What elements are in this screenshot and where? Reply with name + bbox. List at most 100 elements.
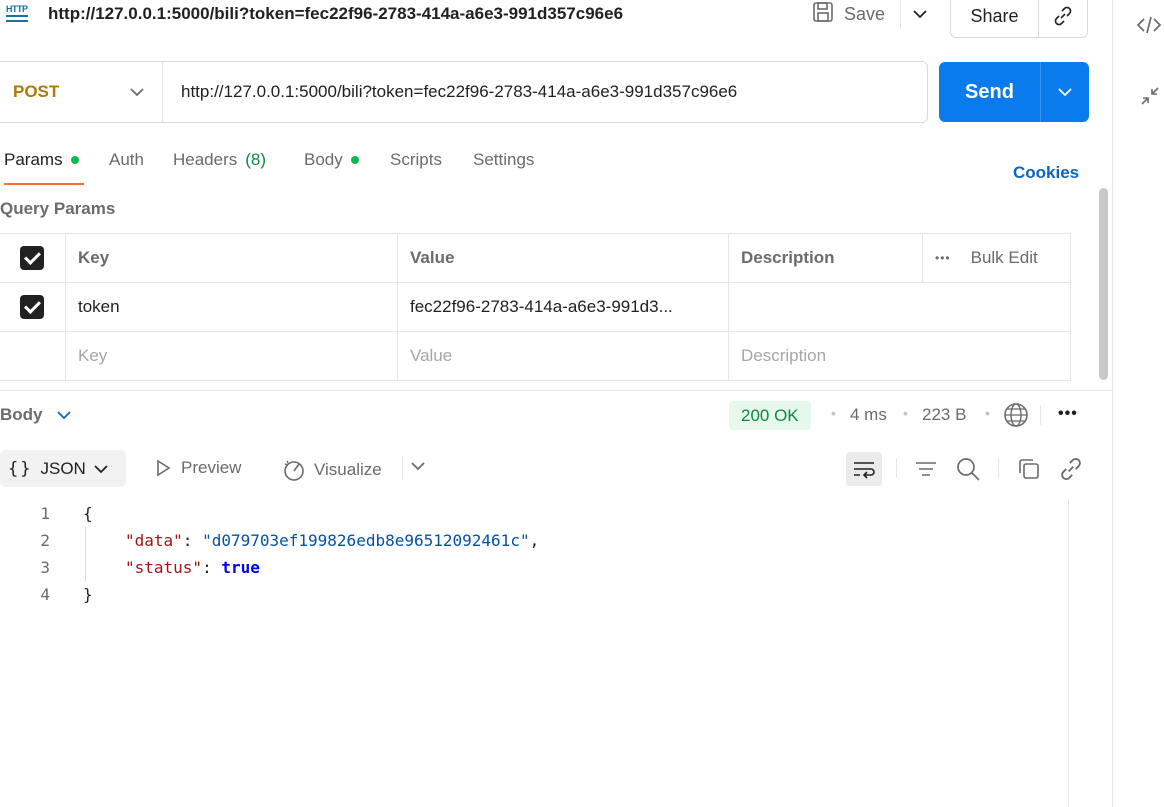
code-snippet-button[interactable] bbox=[1136, 14, 1162, 41]
divider bbox=[896, 458, 897, 478]
response-json-viewer[interactable]: 1 { 2 "data": "d079703ef199826edb8e96512… bbox=[0, 500, 539, 608]
row-checkbox[interactable] bbox=[20, 295, 44, 319]
active-dot bbox=[350, 156, 359, 164]
new-description-input[interactable]: Description bbox=[728, 331, 1071, 381]
active-dot bbox=[70, 156, 79, 164]
chevron-down-icon bbox=[411, 462, 425, 471]
share-group: Share bbox=[950, 0, 1088, 38]
json-value-status: true bbox=[221, 558, 260, 577]
column-key: Key bbox=[65, 233, 398, 283]
search-icon bbox=[957, 458, 980, 481]
response-size[interactable]: 223 B bbox=[922, 405, 966, 425]
pane-divider[interactable] bbox=[0, 390, 1112, 391]
more-options-icon[interactable]: ••• bbox=[935, 251, 951, 265]
play-icon bbox=[157, 459, 171, 477]
send-group: Send bbox=[939, 62, 1089, 122]
response-body-selector[interactable]: Body bbox=[0, 405, 71, 425]
row-checkbox-cell[interactable] bbox=[0, 282, 66, 332]
status-badge[interactable]: 200 OK bbox=[729, 401, 811, 430]
link-icon bbox=[1061, 457, 1081, 481]
table-header-row: Key Value Description ••• Bulk Edit bbox=[0, 233, 1071, 283]
save-options-button[interactable] bbox=[900, 0, 938, 28]
tab-settings[interactable]: Settings bbox=[473, 150, 534, 170]
new-key-input[interactable]: Key bbox=[65, 331, 398, 381]
http-request-icon: HTTP bbox=[4, 2, 30, 26]
code-icon bbox=[1136, 16, 1162, 34]
headers-count: (8) bbox=[245, 150, 267, 169]
save-label: Save bbox=[844, 3, 886, 24]
send-options-button[interactable] bbox=[1041, 62, 1089, 122]
method-select[interactable]: POST bbox=[0, 62, 163, 122]
bulk-edit-button[interactable]: Bulk Edit bbox=[971, 248, 1038, 268]
wrap-lines-button[interactable] bbox=[846, 452, 882, 486]
divider bbox=[998, 458, 999, 478]
json-open-brace: { bbox=[83, 504, 93, 523]
chevron-down-icon bbox=[912, 10, 927, 19]
save-icon bbox=[812, 1, 834, 28]
code-line: 4 } bbox=[0, 581, 539, 608]
more-options-icon[interactable]: ••• bbox=[1058, 405, 1078, 423]
query-params-title: Query Params bbox=[0, 199, 116, 218]
param-key-cell[interactable]: token bbox=[65, 282, 398, 332]
http-icon-text: HTTP bbox=[6, 4, 28, 14]
preview-button[interactable]: Preview bbox=[155, 458, 241, 478]
code-line: 2 "data": "d079703ef199826edb8e965120924… bbox=[0, 527, 539, 554]
network-info-button[interactable] bbox=[1003, 402, 1029, 433]
filter-button[interactable] bbox=[913, 456, 939, 487]
tab-headers-label: Headers bbox=[173, 150, 238, 169]
new-value-input[interactable]: Value bbox=[397, 331, 729, 381]
format-label: JSON bbox=[40, 458, 86, 478]
json-value-data: "d079703ef199826edb8e96512092461c" bbox=[202, 531, 530, 550]
tab-scripts[interactable]: Scripts bbox=[390, 150, 442, 170]
divider bbox=[402, 456, 403, 480]
chevron-down-icon bbox=[130, 88, 144, 97]
globe-icon bbox=[1004, 403, 1028, 427]
select-all-checkbox[interactable] bbox=[20, 246, 44, 270]
line-number: 1 bbox=[40, 504, 50, 523]
link-button[interactable] bbox=[1058, 456, 1084, 487]
copy-button[interactable] bbox=[1016, 456, 1042, 487]
separator-dot: • bbox=[831, 405, 836, 421]
response-body-label: Body bbox=[0, 405, 43, 424]
braces-icon: {} bbox=[8, 458, 33, 479]
copy-link-button[interactable] bbox=[1039, 0, 1087, 37]
query-params-table: Key Value Description ••• Bulk Edit toke… bbox=[0, 233, 1071, 381]
tab-params[interactable]: Params bbox=[4, 150, 79, 170]
tab-auth[interactable]: Auth bbox=[109, 150, 144, 170]
visualize-options-button[interactable] bbox=[411, 458, 425, 476]
collapse-button[interactable] bbox=[1140, 86, 1160, 111]
param-description-cell[interactable] bbox=[728, 282, 1071, 332]
chevron-down-icon bbox=[94, 464, 108, 473]
save-button[interactable]: Save bbox=[812, 0, 885, 28]
format-select[interactable]: {} JSON bbox=[0, 450, 126, 487]
share-button[interactable]: Share bbox=[951, 0, 1039, 37]
chevron-down-icon bbox=[1058, 88, 1072, 97]
param-value-cell[interactable]: fec22f96-2783-414a-a6e3-991d3... bbox=[397, 282, 729, 332]
tab-body[interactable]: Body bbox=[304, 150, 359, 170]
response-time[interactable]: 4 ms bbox=[850, 405, 887, 425]
column-value: Value bbox=[397, 233, 729, 283]
cookies-link[interactable]: Cookies bbox=[1013, 163, 1079, 183]
separator-dot: • bbox=[903, 405, 908, 421]
request-title[interactable]: http://127.0.0.1:5000/bili?token=fec22f9… bbox=[48, 4, 623, 24]
wrap-lines-icon bbox=[854, 462, 875, 479]
search-button[interactable] bbox=[955, 456, 981, 487]
visualize-button[interactable]: Visualize bbox=[282, 458, 382, 482]
active-tab-indicator bbox=[4, 183, 84, 185]
copy-icon bbox=[1019, 459, 1039, 479]
tab-body-label: Body bbox=[304, 150, 343, 169]
separator-dot: • bbox=[985, 405, 990, 421]
visualize-label: Visualize bbox=[314, 460, 382, 479]
table-row: token fec22f96-2783-414a-a6e3-991d3... bbox=[0, 282, 1071, 332]
select-all-cell[interactable] bbox=[0, 233, 66, 283]
send-button[interactable]: Send bbox=[939, 62, 1041, 122]
tab-headers[interactable]: Headers (8) bbox=[173, 150, 266, 170]
right-sidebar bbox=[1112, 0, 1164, 807]
url-input[interactable] bbox=[163, 62, 927, 122]
scrollbar[interactable] bbox=[1099, 188, 1108, 380]
collapse-arrows-icon bbox=[1141, 87, 1159, 105]
table-row-new: Key Value Description bbox=[0, 331, 1071, 381]
visualize-icon bbox=[284, 460, 304, 481]
json-key-data: "data" bbox=[125, 531, 183, 550]
chevron-down-icon bbox=[56, 411, 71, 420]
